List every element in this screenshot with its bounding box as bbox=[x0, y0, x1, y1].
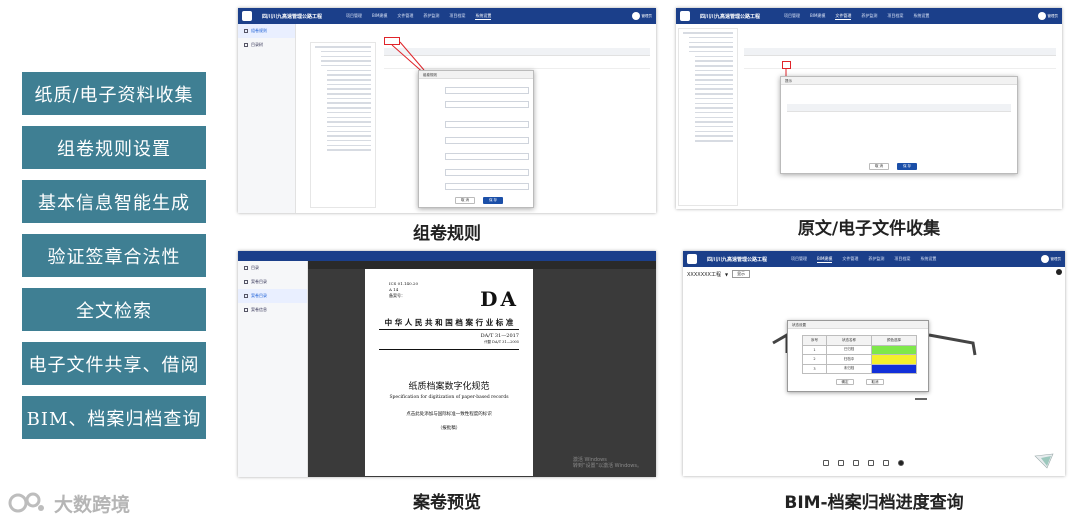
upload-dialog: 提示 取 消 保 存 bbox=[780, 76, 1018, 174]
brand-logo: 大数跨境 bbox=[8, 489, 130, 517]
doc-note: 点击此处添加与国际标准一致性程度的标识 bbox=[406, 412, 492, 417]
logo-text: 大数跨境 bbox=[54, 493, 131, 516]
dialog-table-header bbox=[787, 104, 1011, 112]
color-swatch[interactable] bbox=[871, 363, 917, 374]
sidebar-item[interactable]: 案卷目录 bbox=[238, 289, 307, 303]
doc-icon bbox=[244, 294, 248, 298]
measure-icon[interactable] bbox=[853, 460, 859, 466]
app-topbar bbox=[238, 251, 656, 261]
grid-icon[interactable] bbox=[823, 460, 829, 466]
pdf-page: ICS 01.140.20 A 14 备案号： DA 中 华 人 民 共 和 国… bbox=[365, 269, 533, 476]
doc-record: 备案号： bbox=[389, 293, 405, 298]
sidebar-item[interactable]: 案卷信息 bbox=[238, 303, 307, 317]
cancel-button[interactable]: 取 消 bbox=[455, 197, 475, 204]
windows-watermark: 激活 Windows 转到“设置”以激活 Windows。 bbox=[572, 457, 642, 469]
logo-icon bbox=[8, 492, 44, 513]
form-field[interactable] bbox=[445, 169, 529, 176]
feature-item: 纸质/电子资料收集 bbox=[22, 72, 206, 115]
rule-dialog: 组卷规则 取 消 保 存 bbox=[418, 70, 534, 208]
form-field[interactable] bbox=[445, 137, 529, 144]
layers-icon[interactable] bbox=[838, 460, 844, 466]
section-icon[interactable] bbox=[868, 460, 874, 466]
dialog-title: 提示 bbox=[781, 77, 1017, 85]
bim-toolbar bbox=[823, 460, 904, 466]
doc-replaces: 代替 DA/T 31—2005 bbox=[484, 340, 519, 344]
settings-icon[interactable] bbox=[883, 460, 889, 466]
doc-da: DA bbox=[480, 287, 519, 311]
doc-ccs: A 14 bbox=[389, 287, 399, 292]
screenshot-bim-progress: 四川川九高速管理公路工程 项目管理 BIM建模 文件管理 养护监测 项目档案 系… bbox=[683, 251, 1065, 476]
feature-item: BIM、档案归档查询 bbox=[22, 396, 206, 439]
feature-item: 组卷规则设置 bbox=[22, 126, 206, 169]
color-swatch[interactable] bbox=[871, 354, 917, 365]
table-row[interactable]: 3 未归档 bbox=[802, 363, 917, 374]
doc-icon bbox=[244, 308, 248, 312]
form-field[interactable] bbox=[445, 153, 529, 160]
sidebar-item[interactable]: 案卷目录 bbox=[238, 275, 307, 289]
cancel-button[interactable]: 取 消 bbox=[869, 163, 889, 170]
feature-item: 基本信息智能生成 bbox=[22, 180, 206, 223]
doc-icon bbox=[244, 266, 248, 270]
doc-code: DA/T 31—2017 bbox=[480, 333, 519, 339]
sidebar: 目录 案卷目录 案卷目录 案卷信息 bbox=[238, 261, 308, 477]
caption-assembly-rules: 组卷规则 bbox=[413, 224, 481, 244]
status-dialog: 状态设置 序号 状态名称 颜色选择 1 已归档 2 归档中 3 未归档 确定 取… bbox=[787, 320, 929, 392]
ok-button[interactable]: 确定 bbox=[836, 379, 854, 385]
view-cube-icon[interactable] bbox=[1033, 452, 1055, 470]
doc-status: （报批稿） bbox=[437, 426, 461, 431]
caption-bim-progress: BIM-档案归档进度查询 bbox=[784, 493, 964, 513]
form-field[interactable] bbox=[445, 101, 529, 108]
doc-ics: ICS 01.140.20 bbox=[389, 281, 419, 286]
save-button[interactable]: 保 存 bbox=[897, 163, 917, 170]
dialog-title: 状态设置 bbox=[788, 321, 928, 329]
dialog-title: 组卷规则 bbox=[419, 71, 533, 79]
pdf-toolbar[interactable] bbox=[308, 261, 656, 269]
form-field[interactable] bbox=[445, 87, 529, 94]
cancel-button[interactable]: 取消 bbox=[866, 379, 884, 385]
screenshot-file-collection: 四川川九高速管理公路工程 项目管理 BIM建模 文件管理 养护监测 项目档案 系… bbox=[676, 8, 1062, 209]
form-field[interactable] bbox=[445, 183, 529, 190]
feature-list: 纸质/电子资料收集 组卷规则设置 基本信息智能生成 验证签章合法性 全文检索 电… bbox=[22, 72, 206, 450]
screenshot-file-preview: 目录 案卷目录 案卷目录 案卷信息 ICS 01.140.20 A 14 备案号… bbox=[238, 251, 656, 477]
table-row[interactable]: 1 已归档 bbox=[802, 344, 917, 355]
doc-title-en: Specification for digitization of paper-… bbox=[389, 395, 509, 400]
form-field[interactable] bbox=[445, 121, 529, 128]
feature-item: 验证签章合法性 bbox=[22, 234, 206, 277]
feature-item: 全文检索 bbox=[22, 288, 206, 331]
table-row[interactable]: 2 归档中 bbox=[802, 354, 917, 365]
screenshot-assembly-rules: 四川川九高速管理公路工程 项目管理 BIM建模 文件管理 养护监测 项目档案 系… bbox=[238, 8, 656, 213]
status-table: 序号 状态名称 颜色选择 1 已归档 2 归档中 3 未归档 bbox=[802, 335, 917, 374]
doc-icon bbox=[244, 280, 248, 284]
doc-title-cn: 纸质档案数字化规范 bbox=[408, 382, 490, 392]
color-swatch[interactable] bbox=[871, 344, 917, 355]
info-icon[interactable] bbox=[898, 460, 904, 466]
table-header: 序号 状态名称 颜色选择 bbox=[802, 335, 917, 346]
sidebar-item[interactable]: 目录 bbox=[238, 261, 307, 275]
caption-file-preview: 案卷预览 bbox=[413, 493, 481, 513]
save-button[interactable]: 保 存 bbox=[483, 197, 503, 204]
feature-item: 电子文件共享、借阅 bbox=[22, 342, 206, 385]
doc-header: 中 华 人 民 共 和 国 档 案 行 业 标 准 bbox=[384, 318, 514, 327]
caption-file-collection: 原文/电子文件收集 bbox=[797, 219, 941, 239]
